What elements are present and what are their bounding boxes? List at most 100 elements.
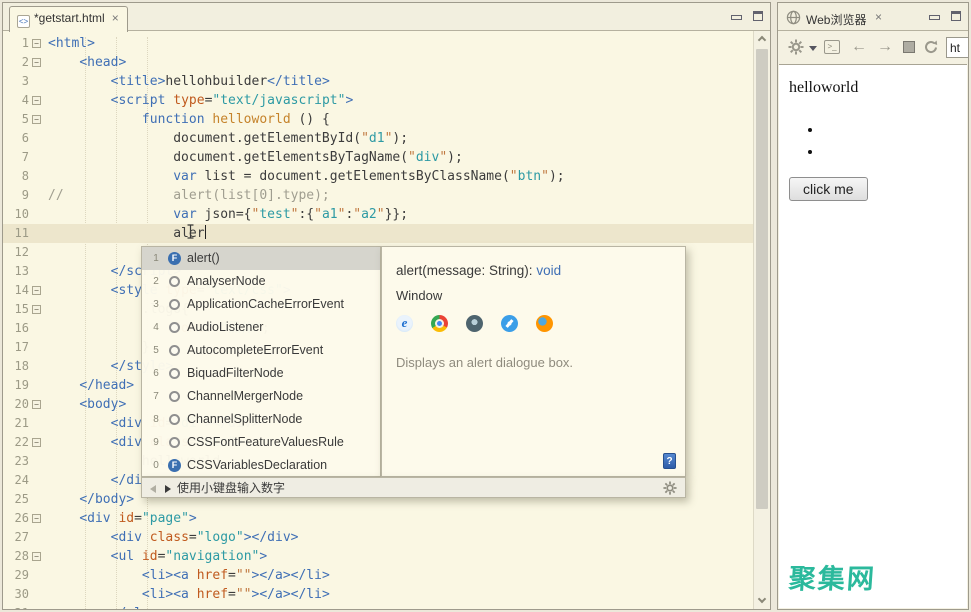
autocomplete-item[interactable]: 6BiquadFilterNode [142, 362, 380, 385]
fold-marker-icon[interactable]: − [32, 305, 41, 314]
gutter-line: 27 [3, 528, 48, 547]
item-label: AutocompleteErrorEvent [187, 343, 323, 357]
gutter-line: 18 [3, 357, 48, 376]
code-line[interactable]: <li><a href=""></a></li> [48, 566, 753, 585]
autocomplete-item[interactable]: 8ChannelSplitterNode [142, 408, 380, 431]
fold-marker-icon[interactable]: − [32, 514, 41, 523]
line-number: 9 [3, 186, 29, 205]
browser-tab-title[interactable]: Web浏览器 [806, 11, 866, 28]
browser-tab-close-icon[interactable]: × [875, 10, 882, 24]
fold-marker-icon[interactable]: − [32, 96, 41, 105]
code-line[interactable]: document.getElementsByTagName("div"); [48, 148, 753, 167]
code-line[interactable]: <li><a href=""></a></li> [48, 585, 753, 604]
item-shortcut-number: 5 [149, 339, 163, 362]
autocomplete-item[interactable]: 7ChannelMergerNode [142, 385, 380, 408]
settings-gear-icon[interactable] [663, 481, 677, 500]
gutter-line: 26− [3, 509, 48, 528]
html-file-icon: <> [17, 15, 30, 28]
fold-marker-icon[interactable]: − [32, 400, 41, 409]
scroll-up-button[interactable] [754, 31, 770, 47]
code-line[interactable]: <title>hellohbuilder</title> [48, 72, 753, 91]
url-input[interactable] [946, 37, 969, 58]
line-number: 2 [3, 53, 29, 72]
firefox-icon [536, 315, 553, 332]
minimize-icon[interactable] [929, 15, 940, 20]
autocomplete-item[interactable]: 2AnalyserNode [142, 270, 380, 293]
fold-marker-icon[interactable]: − [32, 552, 41, 561]
gutter-line: 25 [3, 490, 48, 509]
safari-icon [501, 315, 518, 332]
fold-marker-icon[interactable]: − [32, 438, 41, 447]
autocomplete-item[interactable]: 1Falert() [142, 247, 380, 270]
next-page-icon[interactable] [165, 485, 171, 493]
help-icon[interactable]: ? [663, 453, 676, 469]
autocomplete-list[interactable]: 1Falert()2AnalyserNode3 ApplicationCacheE… [141, 246, 381, 477]
code-line[interactable]: <html> [48, 34, 753, 53]
gutter-line: 11 [3, 224, 48, 243]
minimize-icon[interactable] [731, 15, 742, 20]
fold-marker-icon[interactable]: − [32, 286, 41, 295]
code-line[interactable]: function helloworld () { [48, 110, 753, 129]
gutter-line: 4− [3, 91, 48, 110]
scroll-down-button[interactable] [754, 593, 770, 609]
gutter-line: 28− [3, 547, 48, 566]
class-icon [169, 276, 180, 287]
line-number: 19 [3, 376, 29, 395]
autocomplete-doc-panel: alert(message: String): void Window e Di… [381, 246, 686, 477]
autocomplete-item[interactable]: 5 AutocompleteErrorEvent [142, 339, 380, 362]
autocomplete-item[interactable]: 3 ApplicationCacheErrorEvent [142, 293, 380, 316]
editor-tabbar: <>*getstart.html× [3, 3, 770, 31]
autocomplete-item[interactable]: 9CSSFontFeatureValuesRule [142, 431, 380, 454]
prev-page-icon[interactable] [150, 485, 156, 493]
click-me-button[interactable]: click me [789, 177, 868, 201]
maximize-icon[interactable] [951, 11, 961, 21]
item-shortcut-number: 3 [149, 293, 163, 316]
autocomplete-item[interactable]: 0FCSSVariablesDeclaration [142, 454, 380, 477]
gutter-line: 29 [3, 566, 48, 585]
tab-getstart-html[interactable]: <>*getstart.html× [9, 6, 128, 32]
line-number: 27 [3, 528, 29, 547]
gutter-line: 3 [3, 72, 48, 91]
stop-icon[interactable] [903, 41, 915, 53]
browser-viewport: helloworld click me 聚集网 [779, 64, 967, 608]
autocomplete-item[interactable]: 4AudioListener [142, 316, 380, 339]
line-number: 26 [3, 509, 29, 528]
code-line[interactable]: var list = document.getElementsByClassNa… [48, 167, 753, 186]
back-icon[interactable]: ← [851, 39, 867, 55]
item-label: CSSVariablesDeclaration [187, 458, 327, 472]
code-line[interactable]: <div class="logo"></div> [48, 528, 753, 547]
code-line[interactable]: // alert(list[0].type); [48, 186, 753, 205]
code-line[interactable]: <script type="text/javascript"> [48, 91, 753, 110]
scrollbar-thumb[interactable] [756, 49, 768, 509]
gutter-line: 21 [3, 414, 48, 433]
settings-dropdown-icon[interactable] [809, 46, 817, 51]
fold-marker-icon[interactable]: − [32, 58, 41, 67]
maximize-icon[interactable] [753, 11, 763, 21]
code-line[interactable]: </ul> [48, 604, 753, 609]
code-line[interactable]: <div id="page"> [48, 509, 753, 528]
fold-marker-icon[interactable]: − [32, 115, 41, 124]
code-line[interactable]: <head> [48, 53, 753, 72]
refresh-icon[interactable] [923, 39, 939, 60]
fold-marker-icon[interactable]: − [32, 39, 41, 48]
browser-window-controls [922, 11, 961, 29]
browser-toolbar: >_ ← → [778, 31, 968, 64]
browser-settings-gear-icon[interactable] [788, 39, 804, 60]
gutter-line: 23 [3, 452, 48, 471]
item-shortcut-number: 2 [149, 270, 163, 293]
code-line[interactable]: aler [48, 224, 753, 243]
forward-icon[interactable]: → [877, 39, 893, 55]
line-number: 21 [3, 414, 29, 433]
android-icon [466, 315, 483, 332]
item-shortcut-number: 7 [149, 385, 163, 408]
code-line[interactable]: <ul id="navigation"> [48, 547, 753, 566]
editor-scrollbar[interactable] [753, 31, 770, 609]
external-browser-icon[interactable]: >_ [824, 40, 840, 54]
code-line[interactable]: var json={"test":{"a1":"a2"}}; [48, 205, 753, 224]
tab-close-icon[interactable]: × [112, 11, 119, 25]
gutter-line: 22− [3, 433, 48, 452]
line-number: 11 [3, 224, 29, 243]
line-number: 23 [3, 452, 29, 471]
code-line[interactable]: document.getElementById("d1"); [48, 129, 753, 148]
item-label: ApplicationCacheErrorEvent [187, 297, 344, 311]
